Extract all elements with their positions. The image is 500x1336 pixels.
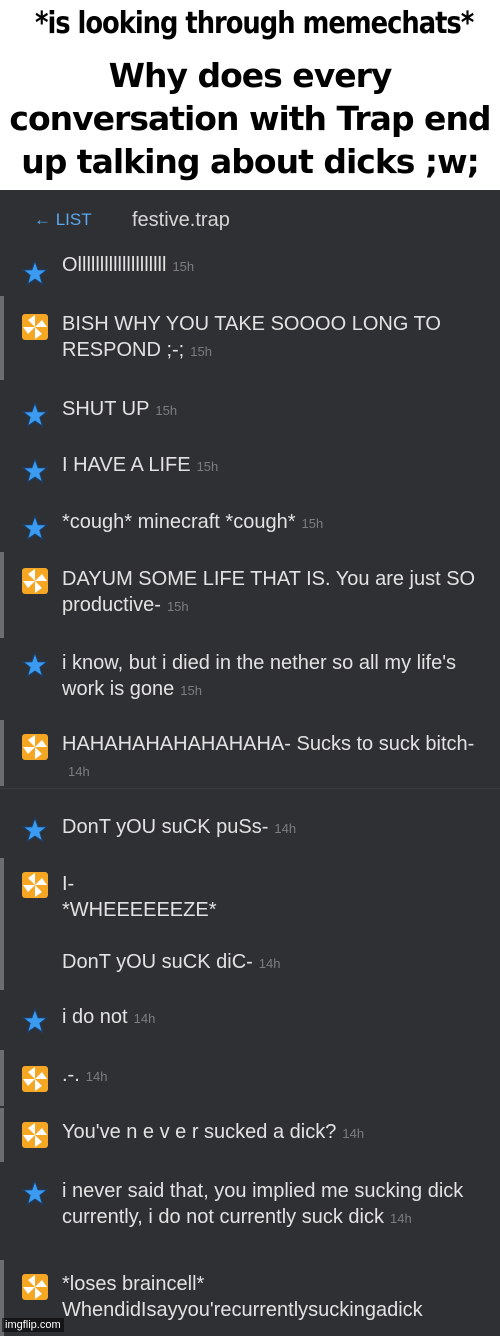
message-time: 15h <box>196 459 219 474</box>
thread-indicator <box>0 1108 4 1162</box>
message-time: 15h <box>172 259 195 274</box>
message-row[interactable]: HAHAHAHAHAHAHAHA- Sucks to suck bitch- 14… <box>0 720 500 786</box>
pinwheel-icon[interactable] <box>22 872 48 898</box>
imgflip-watermark: imgflip.com <box>2 1318 64 1332</box>
message-text: DonT yOU suCK puSs- <box>62 816 269 838</box>
message-text: *cough* minecraft *cough* <box>62 511 296 533</box>
message-time: 15h <box>166 599 189 614</box>
message-row[interactable]: I- *WHEEEEEEZE* DonT yOU suCK diC- 14h <box>0 858 500 990</box>
message-text: .-. <box>62 1064 80 1086</box>
message-time: 14h <box>258 956 281 971</box>
message-time: 15h <box>190 344 212 359</box>
back-to-list-link[interactable]: ← LIST <box>34 210 92 230</box>
pinwheel-icon[interactable] <box>22 314 48 340</box>
message-time: 14h <box>133 1011 156 1026</box>
message-time: 14h <box>342 1126 365 1141</box>
star-icon[interactable] <box>21 259 49 286</box>
pinwheel-icon[interactable] <box>22 1066 48 1092</box>
message-time: 14h <box>389 1211 412 1226</box>
message-time: 15h <box>155 403 178 418</box>
message-text: I- *WHEEEEEEZE* DonT yOU suCK diC- <box>62 873 253 973</box>
message-row[interactable]: BISH WHY YOU TAKE SOOOO LONG TO RESPOND … <box>0 296 500 380</box>
star-icon[interactable] <box>21 457 49 484</box>
chat-title: festive.trap <box>132 209 230 231</box>
pinwheel-icon[interactable] <box>22 734 48 760</box>
thread-indicator <box>0 1050 4 1106</box>
message-text: *loses braincell* WhendidIsayyou'recurre… <box>62 1273 423 1321</box>
star-icon[interactable] <box>21 816 49 843</box>
pinwheel-icon[interactable] <box>22 568 48 594</box>
message-text: i know, but i died in the nether so all … <box>62 652 462 700</box>
star-icon[interactable] <box>21 1179 49 1206</box>
message-row[interactable]: i never said that, you implied me suckin… <box>0 1172 500 1254</box>
message-time: 14h <box>85 1069 108 1084</box>
message-row[interactable]: Ollllllllllllllllllll 15h <box>0 250 500 292</box>
message-text: i do not <box>62 1006 128 1028</box>
message-time: 15h <box>180 683 202 698</box>
message-time: 14h <box>68 764 90 779</box>
thread-indicator <box>0 552 4 638</box>
pinwheel-icon[interactable] <box>22 1274 48 1300</box>
message-row[interactable]: SHUT UP 15h <box>0 390 500 438</box>
thread-indicator <box>0 720 4 786</box>
message-row[interactable]: DAYUM SOME LIFE THAT IS. You are just SO… <box>0 552 500 638</box>
message-text: You've n e v e r sucked a dick? <box>62 1121 337 1143</box>
message-text: BISH WHY YOU TAKE SOOOO LONG TO RESPOND … <box>62 313 447 361</box>
chat-header: ← LIST festive.trap <box>0 190 500 248</box>
thread-divider <box>0 788 500 789</box>
message-row[interactable]: *loses braincell* WhendidIsayyou'recurre… <box>0 1260 500 1336</box>
message-row[interactable]: You've n e v e r sucked a dick? 14h <box>0 1108 500 1162</box>
message-row[interactable]: i do not 14h <box>0 1000 500 1046</box>
meme-caption: *is looking through memechats* Why does … <box>0 0 500 190</box>
star-icon[interactable] <box>21 401 49 428</box>
star-icon[interactable] <box>21 651 49 678</box>
message-text: HAHAHAHAHAHAHAHA- Sucks to suck bitch- <box>62 733 475 755</box>
message-time: 15h <box>301 516 324 531</box>
message-text: I HAVE A LIFE <box>62 454 191 476</box>
message-row[interactable]: *cough* minecraft *cough* 15h <box>0 503 500 551</box>
message-time: 14h <box>274 821 297 836</box>
message-text: DAYUM SOME LIFE THAT IS. You are just SO… <box>62 568 481 616</box>
thread-indicator <box>0 296 4 380</box>
message-row[interactable]: i know, but i died in the nether so all … <box>0 642 500 714</box>
caption-line-1: *is looking through memechats* <box>35 6 474 41</box>
pinwheel-icon[interactable] <box>22 1122 48 1148</box>
message-row[interactable]: .-. 14h <box>0 1050 500 1106</box>
chat-screen: ← LIST festive.trap Olllllllllllllllllll… <box>0 190 500 1336</box>
message-row[interactable]: DonT yOU suCK puSs- 14h <box>0 807 500 855</box>
star-icon[interactable] <box>21 1007 49 1034</box>
caption-line-2: Why does every conversation with Trap en… <box>9 56 491 181</box>
message-text: Ollllllllllllllllllll <box>62 254 167 276</box>
message-row[interactable]: I HAVE A LIFE 15h <box>0 446 500 494</box>
message-text: SHUT UP <box>62 398 150 420</box>
star-icon[interactable] <box>21 514 49 541</box>
thread-indicator <box>0 858 4 990</box>
